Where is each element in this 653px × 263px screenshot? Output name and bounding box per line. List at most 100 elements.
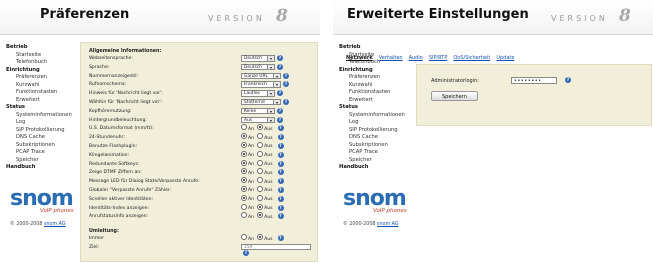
radio-on[interactable] bbox=[241, 133, 247, 140]
field-control: An Aus? bbox=[241, 212, 284, 220]
dropdown-select[interactable]: Lautlos ▾ bbox=[241, 90, 275, 97]
sidebar-item-funktionstasten[interactable]: Funktionstasten bbox=[6, 89, 72, 97]
help-icon[interactable]: ? bbox=[277, 55, 283, 61]
radio-on[interactable] bbox=[241, 177, 247, 184]
help-icon[interactable]: ? bbox=[277, 125, 284, 132]
help-icon[interactable]: ? bbox=[277, 151, 284, 158]
radio-off-label: Aus bbox=[264, 188, 273, 194]
help-icon[interactable]: ? bbox=[277, 186, 284, 193]
sidebar-item-systeminformationen[interactable]: Systeminformationen bbox=[339, 112, 405, 120]
radio-off-label: Aus bbox=[264, 135, 273, 141]
sidebar-item-subskriptionen[interactable]: Subskriptionen bbox=[339, 142, 405, 150]
help-icon[interactable]: ? bbox=[277, 160, 284, 167]
radio-on[interactable] bbox=[241, 168, 247, 175]
sidebar-item-subskriptionen[interactable]: Subskriptionen bbox=[6, 142, 72, 150]
help-icon[interactable]: ? bbox=[277, 63, 283, 70]
sidebar-item-erweitert[interactable]: Erweitert bbox=[6, 97, 72, 105]
radio-off[interactable] bbox=[257, 141, 264, 148]
help-icon[interactable]: ? bbox=[277, 213, 284, 220]
sidebar-item-kurzwahl[interactable]: Kurzwahl bbox=[339, 82, 405, 90]
advanced-settings-page: Erweiterte Einstellungen VERSION 8 Betri… bbox=[333, 0, 653, 263]
chevron-down-icon: ▾ bbox=[267, 64, 274, 70]
help-icon[interactable]: ? bbox=[277, 169, 284, 176]
sidebar-item-präferenzen[interactable]: Präferenzen bbox=[339, 74, 405, 82]
sidebar-item-dns-cache[interactable]: DNS Cache bbox=[339, 134, 405, 142]
radio-off[interactable] bbox=[257, 194, 264, 201]
radio-off[interactable] bbox=[257, 168, 264, 175]
radio-off[interactable] bbox=[257, 212, 264, 219]
radio-off[interactable] bbox=[257, 203, 264, 210]
dropdown-select[interactable]: Deutsch ▾ bbox=[241, 63, 275, 71]
dropdown-select[interactable]: Keine ▾ bbox=[241, 107, 275, 115]
radio-on[interactable] bbox=[241, 203, 247, 210]
help-icon[interactable]: ? bbox=[277, 116, 283, 123]
dropdown-select[interactable]: Stotternd ▾ bbox=[241, 98, 281, 106]
help-icon[interactable]: ? bbox=[283, 72, 289, 79]
sidebar-item-dns-cache[interactable]: DNS Cache bbox=[6, 134, 72, 142]
sidebar-item-sip-protokollierung[interactable]: SIP Protokollierung bbox=[339, 127, 405, 135]
sidebar-item-pcap-trace[interactable]: PCAP Trace bbox=[6, 149, 72, 157]
radio-on[interactable] bbox=[241, 234, 247, 241]
sidebar-item-speicher[interactable]: Speicher bbox=[339, 157, 405, 165]
sidebar-item-telefonbuch[interactable]: Telefonbuch bbox=[6, 59, 72, 67]
radio-off[interactable] bbox=[257, 234, 264, 241]
radio-on[interactable] bbox=[241, 141, 247, 148]
help-icon[interactable]: ? bbox=[277, 90, 283, 97]
radio-off[interactable] bbox=[257, 124, 264, 131]
tab-update[interactable]: Update bbox=[493, 55, 517, 61]
sidebar-item-präferenzen[interactable]: Präferenzen bbox=[6, 74, 72, 82]
field-label: Anrufstatusinfo anzeigen: bbox=[89, 214, 149, 220]
page-header: Präferenzen VERSION 8 bbox=[0, 0, 320, 35]
help-icon[interactable]: ? bbox=[277, 235, 284, 242]
sidebar-item-log[interactable]: Log bbox=[339, 119, 405, 127]
radio-on[interactable] bbox=[241, 212, 247, 219]
radio-off[interactable] bbox=[257, 150, 264, 157]
radio-off[interactable] bbox=[257, 159, 264, 166]
radio-on[interactable] bbox=[241, 194, 247, 201]
sidebar-item-pcap-trace[interactable]: PCAP Trace bbox=[339, 149, 405, 157]
field-label: U.S. Datumsformat (mm/tt): bbox=[89, 126, 154, 132]
text-field[interactable]: 159 bbox=[241, 243, 311, 251]
field-label: Hintergrundbeleuchtung: bbox=[89, 117, 147, 123]
copyright-link[interactable]: snom AG bbox=[377, 222, 399, 227]
sidebar-item-funktionstasten[interactable]: Funktionstasten bbox=[339, 89, 405, 97]
radio-off[interactable] bbox=[257, 177, 264, 184]
help-icon[interactable]: ? bbox=[277, 142, 284, 149]
help-icon[interactable]: ? bbox=[277, 195, 284, 202]
help-icon[interactable]: ? bbox=[283, 98, 289, 105]
sidebar-item-systeminformationen[interactable]: Systeminformationen bbox=[6, 112, 72, 120]
dropdown-select[interactable]: Aus ▾ bbox=[241, 116, 275, 124]
help-icon[interactable]: ? bbox=[277, 107, 283, 114]
field-label: Hinweis für 'Nachricht liegt vor': bbox=[89, 91, 163, 97]
copyright-link[interactable]: snom AG bbox=[44, 222, 66, 227]
dropdown-select[interactable]: Ganze URL ▾ bbox=[241, 72, 281, 80]
tab-audio[interactable]: Audio bbox=[406, 55, 426, 61]
radio-on[interactable] bbox=[241, 150, 247, 157]
sidebar-item-kurzwahl[interactable]: Kurzwahl bbox=[6, 82, 72, 90]
radio-off[interactable] bbox=[257, 185, 264, 192]
version-number: 8 bbox=[276, 6, 288, 26]
sidebar-item-sip-protokollierung[interactable]: SIP Protokollierung bbox=[6, 127, 72, 135]
radio-off[interactable] bbox=[257, 133, 264, 140]
radio-on[interactable] bbox=[241, 159, 247, 166]
dropdown-select[interactable]: Frankreich ▾ bbox=[241, 81, 281, 88]
tab-verhalten[interactable]: Verhalten bbox=[376, 55, 406, 61]
tab-qos-sicherheit[interactable]: QoS/Sicherheit bbox=[450, 55, 493, 61]
tab-sip-rtp[interactable]: SIP/RTP bbox=[426, 55, 451, 61]
sidebar-item-log[interactable]: Log bbox=[6, 119, 72, 127]
tab-netzwerk[interactable]: Netzwerk bbox=[343, 55, 376, 61]
help-icon[interactable]: ? bbox=[277, 178, 284, 185]
help-icon[interactable]: ? bbox=[283, 81, 289, 88]
dropdown-select[interactable]: Deutsch ▾ bbox=[241, 55, 275, 62]
help-icon[interactable]: ? bbox=[565, 77, 571, 83]
save-button[interactable]: Speichern bbox=[431, 91, 478, 101]
sidebar-item-erweitert[interactable]: Erweitert bbox=[339, 97, 405, 105]
radio-on[interactable] bbox=[241, 185, 247, 192]
help-icon[interactable]: ? bbox=[277, 204, 284, 211]
sidebar-item-startseite[interactable]: Startseite bbox=[6, 52, 72, 60]
radio-on[interactable] bbox=[241, 124, 247, 131]
help-icon[interactable]: ? bbox=[277, 134, 284, 141]
sidebar-item-speicher[interactable]: Speicher bbox=[6, 157, 72, 165]
admin-login-input[interactable]: •••••••• bbox=[511, 77, 557, 84]
help-icon[interactable]: ? bbox=[243, 250, 249, 257]
